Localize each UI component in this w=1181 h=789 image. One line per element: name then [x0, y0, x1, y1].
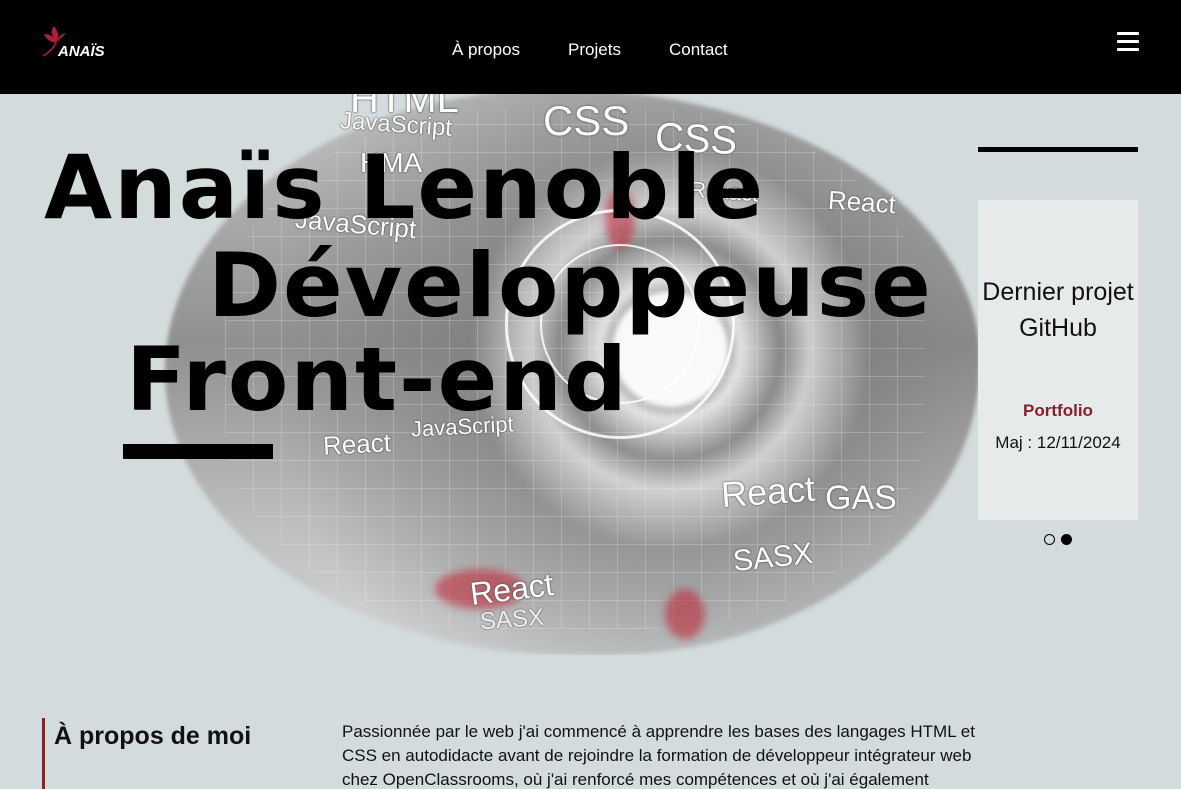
title-underline	[123, 444, 273, 459]
card-title: Dernier projet GitHub	[982, 278, 1134, 342]
main-nav: À propos Projets Contact	[452, 40, 728, 60]
carousel-dots	[1044, 534, 1072, 545]
image-word: React	[719, 467, 817, 516]
leaf-logo-icon: ANAÏS	[42, 26, 104, 60]
hero-title-line-3: Front-end	[126, 328, 629, 431]
image-word: React	[827, 184, 897, 220]
image-word: React	[322, 427, 392, 461]
logo-text: ANAÏS	[57, 43, 104, 60]
site-header: ANAÏS À propos Projets Contact	[0, 0, 1181, 94]
card-project-link[interactable]: Portfolio	[978, 401, 1138, 421]
card-top-rule	[978, 147, 1138, 152]
about-accent-bar	[42, 718, 45, 789]
carousel-dot-2[interactable]	[1061, 534, 1072, 545]
nav-link-about[interactable]: À propos	[452, 40, 520, 60]
hero-title-line-1: Anaïs Lenoble	[44, 136, 766, 239]
about-title: À propos de moi	[54, 722, 252, 750]
image-word: SASX	[479, 603, 545, 636]
hamburger-menu-icon[interactable]	[1117, 32, 1139, 51]
hero-title-line-2: Développeuse	[208, 234, 933, 337]
card-update-date: Maj : 12/11/2024	[995, 433, 1121, 452]
logo[interactable]: ANAÏS	[40, 22, 104, 62]
hero-section: HTML JavaScript HMA JavaScript CSS CSS R…	[0, 94, 1181, 655]
image-word: GAS	[825, 479, 897, 517]
about-text: Passionnée par le web j'ai commencé à ap…	[342, 722, 975, 789]
nav-link-projects[interactable]: Projets	[568, 40, 621, 60]
carousel-dot-1[interactable]	[1044, 534, 1055, 545]
nav-link-contact[interactable]: Contact	[669, 40, 728, 60]
github-project-card[interactable]: Dernier projet GitHub Portfolio Maj : 12…	[978, 200, 1138, 520]
